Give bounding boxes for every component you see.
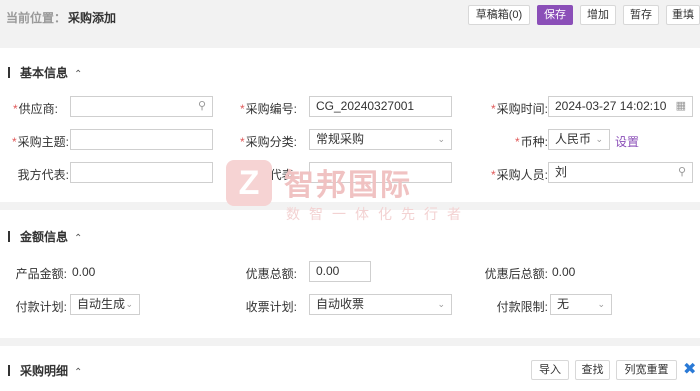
breadcrumb: 当前位置： 采购添加 — [6, 9, 116, 26]
their-rep-label: 对方代表: — [245, 168, 297, 182]
subject-label: *采购主题: — [11, 135, 69, 149]
search-button[interactable]: 查找 — [575, 360, 610, 380]
pay-limit-select[interactable]: 无 ⌄ — [550, 294, 612, 315]
our-rep-input[interactable] — [70, 162, 213, 183]
category-select[interactable]: 常规采购 ⌄ — [309, 129, 452, 150]
supplier-label: *供应商: — [12, 102, 58, 116]
product-amount-value: 0.00 — [72, 265, 96, 279]
collapse-icon[interactable]: ⌃ — [74, 367, 82, 378]
amount-header[interactable]: 金额信息 ⌃ — [8, 228, 82, 245]
buyer-input[interactable]: 刘 ⚲ — [548, 162, 693, 183]
buyer-label: *采购人员: — [490, 168, 548, 182]
collapse-icon[interactable]: ⌃ — [74, 233, 82, 244]
amount-section: 金额信息 ⌃ 产品金额: 0.00 优惠总额: 0.00 优惠后总额: 0.00 … — [0, 210, 700, 338]
invoice-plan-select[interactable]: 自动收票 ⌄ — [309, 294, 452, 315]
currency-select[interactable]: 人民币 ⌄ — [548, 129, 610, 150]
search-icon[interactable]: ⚲ — [678, 163, 686, 182]
basic-info-title: 基本信息 — [20, 66, 69, 80]
their-rep-input[interactable] — [309, 162, 452, 183]
purchase-code-input[interactable]: CG_20240327001 — [309, 96, 452, 117]
chevron-down-icon: ⌄ — [125, 299, 133, 309]
purchase-time-input[interactable]: 2024-03-27 14:02:10 ▦ — [548, 96, 693, 117]
product-amount-label: 产品金额: — [15, 267, 67, 281]
after-discount-label: 优惠后总额: — [484, 267, 548, 281]
pay-limit-label: 付款限制: — [496, 300, 548, 314]
subject-input[interactable] — [70, 129, 213, 150]
chevron-down-icon: ⌄ — [595, 134, 603, 144]
page-title: 采购添加 — [68, 11, 117, 25]
search-icon[interactable]: ⚲ — [198, 97, 206, 116]
section-marker — [8, 231, 10, 242]
breadcrumb-prefix: 当前位置： — [6, 11, 67, 25]
category-label: *采购分类: — [239, 135, 297, 149]
detail-header[interactable]: 采购明细 ⌃ — [8, 362, 82, 379]
chevron-down-icon: ⌄ — [597, 299, 605, 309]
after-discount-value: 0.00 — [552, 265, 576, 279]
currency-label: *币种: — [514, 135, 548, 149]
add-button[interactable]: 增加 — [580, 5, 616, 25]
import-button[interactable]: 导入 — [531, 360, 569, 380]
basic-info-section: 基本信息 ⌃ *供应商: ⚲ *采购编号: CG_20240327001 *采购时… — [0, 48, 700, 202]
invoice-plan-label: 收票计划: — [245, 300, 297, 314]
chevron-down-icon: ⌄ — [437, 134, 445, 144]
pay-plan-select[interactable]: 自动生成 ⌄ — [70, 294, 140, 315]
discount-total-input[interactable]: 0.00 — [309, 261, 371, 282]
amount-title: 金额信息 — [20, 230, 69, 244]
currency-settings-link[interactable]: 设置 — [615, 133, 639, 150]
chevron-down-icon: ⌄ — [437, 299, 445, 309]
purchase-code-label: *采购编号: — [239, 102, 297, 116]
collapse-icon[interactable]: ⌃ — [74, 69, 82, 80]
reset-column-width-button[interactable]: 列宽重置 — [616, 360, 677, 380]
basic-info-header[interactable]: 基本信息 ⌃ — [8, 64, 82, 81]
purchase-time-label: *采购时间: — [490, 102, 548, 116]
draft-box-button[interactable]: 草稿箱(0) — [468, 5, 530, 25]
our-rep-label: 我方代表: — [17, 168, 69, 182]
temp-save-button[interactable]: 暂存 — [623, 5, 659, 25]
section-marker — [8, 365, 10, 376]
detail-title: 采购明细 — [20, 364, 69, 378]
refill-button[interactable]: 重填 — [666, 5, 700, 25]
save-button[interactable]: 保存 — [537, 5, 573, 25]
top-bar: 当前位置： 采购添加 草稿箱(0) 保存 增加 暂存 重填 — [0, 0, 700, 32]
calendar-icon[interactable]: ▦ — [676, 97, 686, 116]
supplier-input[interactable]: ⚲ — [70, 96, 213, 117]
section-marker — [8, 67, 10, 78]
pay-plan-label: 付款计划: — [15, 300, 67, 314]
discount-total-label: 优惠总额: — [245, 267, 297, 281]
fullscreen-icon[interactable]: ✖ — [683, 359, 696, 379]
